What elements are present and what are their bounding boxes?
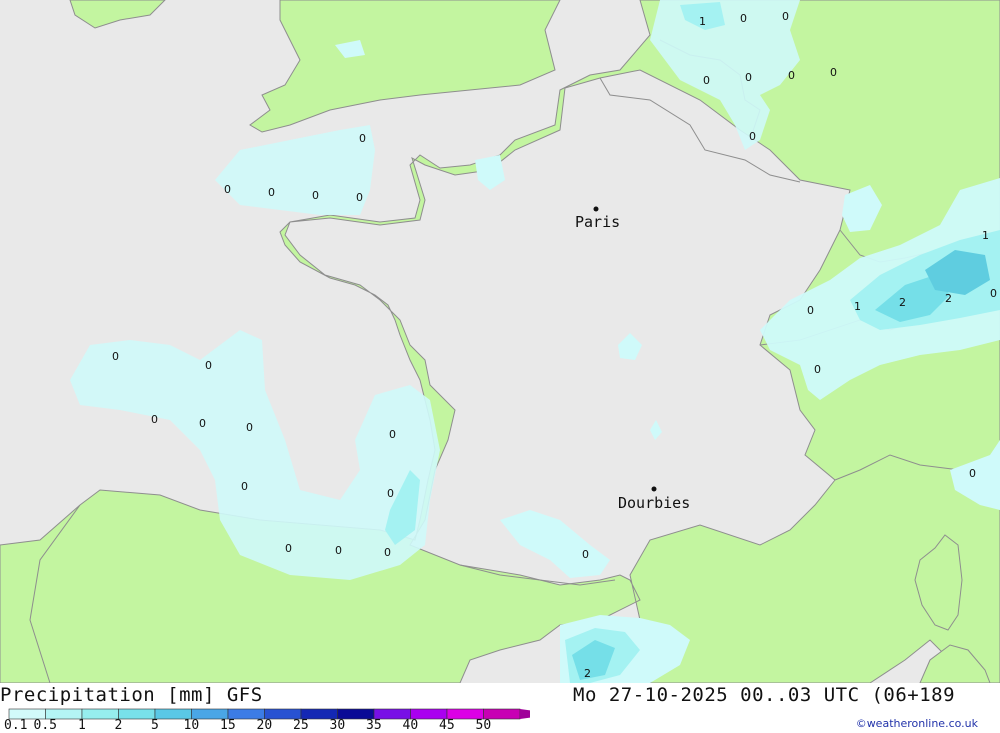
svg-text:Paris: Paris [575,213,620,231]
value-label: 0 [969,467,976,480]
color-scale-tick-label: 15 [220,718,236,733]
precipitation-map: Paris Dourbies 1 0 0 0 0 0 0 0 0 0 0 0 0… [0,0,1000,683]
value-label: 0 [387,487,394,500]
legend-footer: Precipitation [mm] GFS Mo 27-10-2025 00.… [0,683,1000,733]
value-label: 0 [740,12,747,25]
value-label: 0 [241,480,248,493]
value-label: 0 [830,66,837,79]
value-label: 1 [982,229,989,242]
color-scale-tick-label: 5 [151,718,159,733]
value-label: 0 [246,421,253,434]
color-scale-tick-label: 10 [183,718,200,733]
value-label: 0 [199,417,206,430]
value-label: 0 [205,359,212,372]
value-label: 1 [699,15,706,28]
value-label: 0 [151,413,158,426]
color-scale-tick-label: 25 [293,718,309,733]
value-label: 0 [384,546,391,559]
color-scale-arrow [520,709,530,719]
color-scale-tick-label: 20 [256,718,273,733]
value-label: 2 [945,292,952,305]
value-label: 0 [582,548,589,561]
color-scale-tick-label: 1 [78,718,86,733]
value-label: 0 [312,189,319,202]
value-label: 0 [285,542,292,555]
value-label: 0 [990,287,997,300]
value-label: 0 [782,10,789,23]
value-label: 0 [112,350,119,363]
value-label: 0 [749,130,756,143]
color-scale-tick-label: 0.5 [33,718,57,733]
svg-text:Dourbies: Dourbies [618,494,690,512]
color-scale-tick-label: 2 [114,718,123,733]
value-label: 0 [807,304,814,317]
value-label: 0 [224,183,231,196]
value-label: 0 [268,186,275,199]
value-label: 0 [745,71,752,84]
value-label: 0 [703,74,710,87]
datetime-label: Mo 27-10-2025 00..03 UTC (06+189 [573,684,956,706]
value-label: 0 [814,363,821,376]
value-label: 1 [854,300,861,313]
credit-link[interactable]: ©weatheronline.co.uk [856,717,978,730]
color-scale-tick-label: 35 [366,718,382,733]
color-scale-tick-label: 0.1 [4,718,28,733]
value-label: 0 [359,132,366,145]
value-label: 0 [356,191,363,204]
color-scale-tick-label: 50 [475,718,492,733]
color-scale-tick-label: 30 [329,718,346,733]
color-scale-tick-label: 45 [439,718,455,733]
value-label: 0 [389,428,396,441]
value-label: 0 [788,69,795,82]
value-label: 2 [584,667,591,680]
value-label: 0 [335,544,342,557]
value-label: 2 [899,296,906,309]
color-scale-swatch [118,708,156,720]
color-scale-tick-label: 40 [402,718,419,733]
color-scale-swatch [81,708,119,720]
chart-title: Precipitation [mm] GFS [0,684,263,706]
